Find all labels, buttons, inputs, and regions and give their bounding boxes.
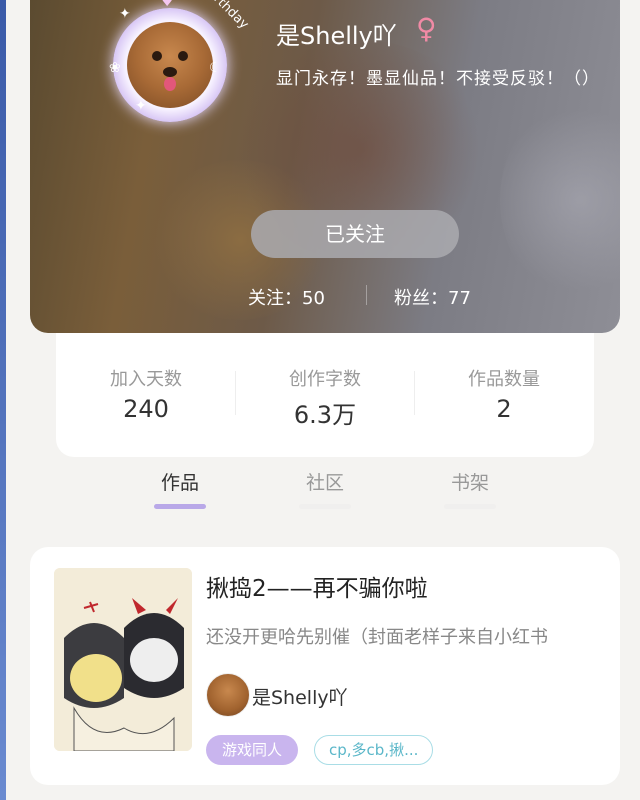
- work-description: 还没开更哈先别催（封面老样子来自小红书: [206, 627, 548, 648]
- stat-value: 240: [123, 395, 169, 423]
- tab-community-indicator: [299, 504, 351, 509]
- avatar-image: [127, 22, 213, 108]
- work-card[interactable]: 揪捣2——再不骗你啦 还没开更哈先别催（封面老样子来自小红书 是Shelly吖 …: [30, 547, 620, 785]
- tab-works[interactable]: 作品: [140, 468, 220, 495]
- tab-community[interactable]: 社区: [285, 468, 365, 495]
- star-icon: ✦: [119, 6, 131, 22]
- stat-join-days: 加入天数 240: [56, 365, 236, 423]
- divider: [366, 285, 367, 305]
- tag-game-fanfic[interactable]: 游戏同人: [206, 735, 299, 765]
- author-avatar[interactable]: [206, 673, 250, 717]
- tab-bookshelf-indicator: [444, 504, 496, 509]
- author-name[interactable]: 是Shelly吖: [252, 683, 348, 710]
- left-edge-strip: [0, 0, 6, 800]
- fans-count[interactable]: 粉丝：77: [394, 284, 471, 310]
- moon-icon: ☾: [209, 60, 222, 76]
- profile-header: ✦ ♥ ❀ ☾ ✦ Birthday 是Shelly吖 ♀ 显门永存！墨显仙品！…: [30, 0, 620, 333]
- work-cover-image[interactable]: [54, 568, 192, 751]
- avatar[interactable]: ✦ ♥ ❀ ☾ ✦ Birthday: [105, 0, 251, 128]
- star-icon: ✦: [135, 98, 147, 114]
- stat-label: 作品数量: [468, 369, 540, 390]
- stat-works-count: 作品数量 2: [414, 365, 594, 423]
- tab-bookshelf[interactable]: 书架: [430, 468, 510, 495]
- female-icon: ♀: [416, 12, 437, 45]
- stats-card: 加入天数 240 创作字数 6.3万 作品数量 2: [56, 333, 594, 457]
- stat-word-count: 创作字数 6.3万: [235, 365, 415, 430]
- stat-value: 6.3万: [293, 401, 357, 429]
- stat-label: 加入天数: [110, 369, 182, 390]
- username: 是Shelly吖: [276, 22, 397, 50]
- work-title[interactable]: 揪捣2——再不骗你啦: [206, 569, 428, 603]
- stat-value: 2: [496, 395, 512, 423]
- butterfly-icon: ❀: [109, 60, 121, 76]
- user-bio: 显门永存！墨显仙品！不接受反驳！（）: [276, 69, 600, 89]
- following-count[interactable]: 关注：50: [248, 284, 325, 310]
- tag-cp[interactable]: cp,多cb,揪...: [314, 735, 434, 765]
- stat-label: 创作字数: [289, 369, 361, 390]
- heart-icon: ♥: [161, 0, 174, 10]
- followed-button[interactable]: 已关注: [251, 210, 459, 258]
- tab-works-indicator: [154, 504, 206, 509]
